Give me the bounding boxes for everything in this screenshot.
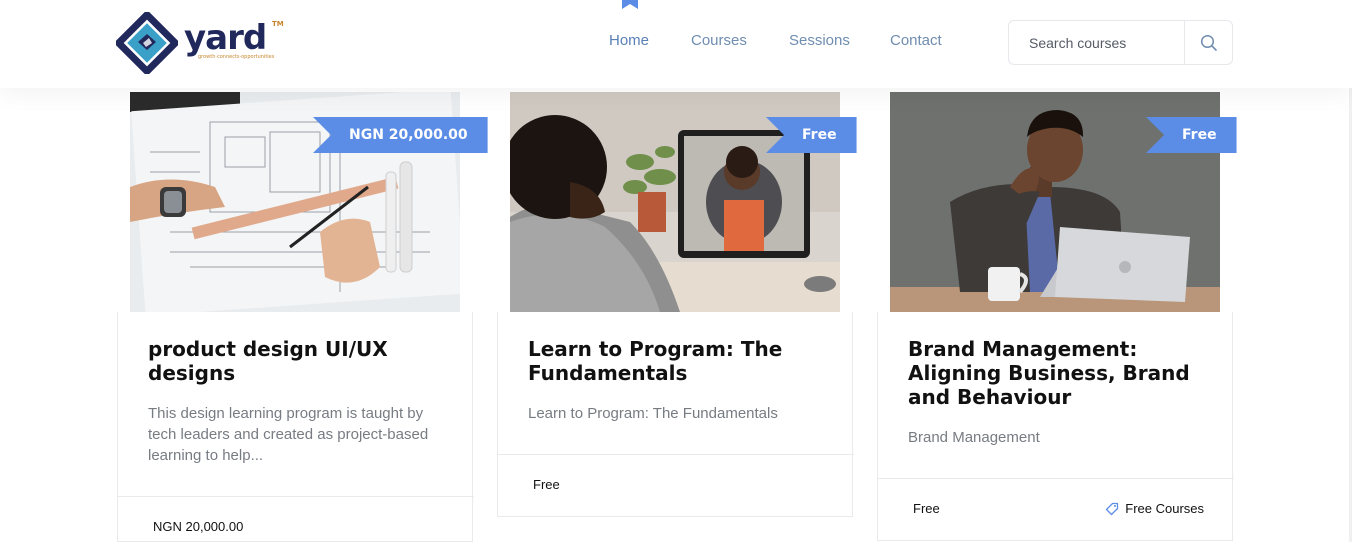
search-button[interactable] (1184, 21, 1232, 64)
nav-home[interactable]: Home (609, 32, 649, 49)
course-price: Free (533, 477, 560, 492)
price-tag: NGN 20,000.00 (313, 117, 488, 153)
search-box (1008, 20, 1233, 65)
course-category-label: Free Courses (1125, 501, 1204, 516)
nav-courses[interactable]: Courses (691, 32, 747, 49)
course-category[interactable]: Free Courses (1105, 501, 1204, 516)
logo-trademark: TM (272, 20, 284, 28)
course-body: product design UI/UX designs This design… (117, 312, 474, 542)
course-body: Learn to Program: The Fundamentals Learn… (497, 312, 854, 517)
search-icon (1200, 34, 1217, 51)
logo-tagline: growth·connects·opportunities (198, 54, 275, 60)
tag-icon (1106, 502, 1119, 515)
logo-wordmark: yard (184, 18, 267, 58)
course-footer: NGN 20,000.00 (118, 496, 474, 542)
active-nav-marker (622, 0, 638, 9)
course-description: This design learning program is taught b… (148, 405, 429, 464)
search-input[interactable] (1009, 21, 1184, 64)
logo-mark-icon (116, 12, 178, 74)
yard-logo[interactable]: yard TM growth·connects·opportunities (116, 12, 296, 74)
course-title[interactable]: Brand Management: Aligning Business, Bra… (878, 312, 1232, 409)
nav-sessions[interactable]: Sessions (789, 32, 850, 49)
course-price: Free (913, 501, 940, 516)
course-title[interactable]: Learn to Program: The Fundamentals (498, 312, 852, 385)
nav-contact[interactable]: Contact (890, 32, 942, 49)
course-footer: Free (498, 454, 854, 516)
course-price: NGN 20,000.00 (153, 519, 244, 534)
course-footer: Free Free Courses (878, 478, 1234, 540)
course-description: Learn to Program: The Fundamentals (528, 405, 778, 422)
course-title[interactable]: product design UI/UX designs (118, 312, 472, 385)
course-body: Brand Management: Aligning Business, Bra… (877, 312, 1234, 541)
site-header: yard TM growth·connects·opportunities Ho… (0, 0, 1352, 88)
course-description: Brand Management (908, 429, 1040, 446)
